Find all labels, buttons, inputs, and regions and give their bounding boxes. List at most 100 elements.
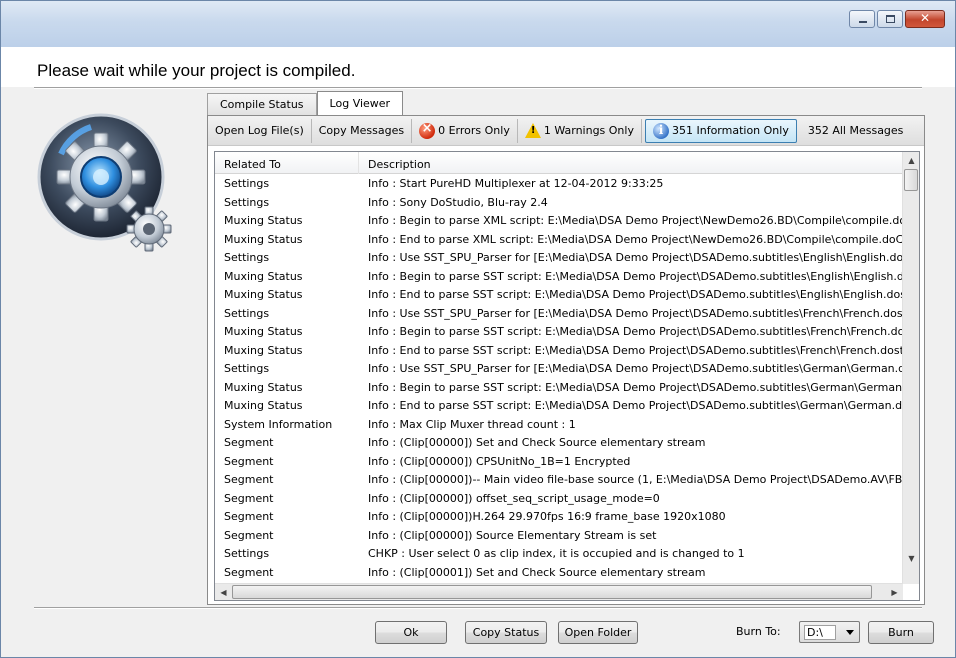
log-row[interactable]: Muxing Status Info : Begin to parse SST s…	[215, 323, 903, 342]
log-cell-description: Info : End to parse SST script: E:\Media…	[368, 288, 903, 301]
log-row[interactable]: Muxing Status Info : End to parse SST scr…	[215, 286, 903, 305]
horizontal-scroll-thumb[interactable]	[232, 585, 872, 599]
log-row[interactable]: Muxing Status Info : Begin to parse SST s…	[215, 379, 903, 398]
log-cell-related-to: Segment	[224, 454, 274, 468]
tab-log-viewer[interactable]: Log Viewer	[316, 91, 404, 115]
burn-to-label: Burn To:	[736, 625, 781, 638]
header-divider	[34, 87, 922, 89]
log-cell-description: Info : Start PureHD Multiplexer at 12-04…	[368, 177, 664, 190]
open-folder-button[interactable]: Open Folder	[558, 621, 638, 644]
open-log-files-button[interactable]: Open Log File(s)	[208, 118, 312, 143]
log-cell-related-to: Segment	[224, 510, 274, 523]
warnings-only-label: 1 Warnings Only	[543, 124, 634, 137]
compile-window: ✕ Please wait while your project is comp…	[0, 0, 956, 658]
log-cell-related-to: Muxing Status	[224, 380, 303, 394]
log-row[interactable]: Settings Info : Use SST_SPU_Parser for [E…	[215, 249, 903, 268]
log-row[interactable]: Segment Info : (Clip[00000])-- Main video…	[215, 471, 903, 490]
burn-button[interactable]: Burn	[868, 621, 934, 644]
info-icon	[652, 122, 669, 139]
log-rows: Settings Info : Start PureHD Multiplexer …	[215, 175, 903, 584]
log-cell-related-to: Muxing Status	[224, 214, 303, 227]
close-button[interactable]: ✕	[905, 10, 945, 28]
log-row[interactable]: System Information Info : Max Clip Muxer …	[215, 416, 903, 435]
log-cell-related-to: Settings	[224, 251, 270, 264]
log-row[interactable]: Muxing Status Info : End to parse SST scr…	[215, 342, 903, 361]
log-row[interactable]: Segment Info : (Clip[00000]) Set and Chec…	[215, 434, 903, 453]
log-row[interactable]: Segment Info : (Clip[00000]) offset_seq_s…	[215, 490, 903, 509]
open-log-files-label: Open Log File(s)	[215, 124, 304, 137]
log-cell-related-to: Segment	[224, 473, 274, 486]
minimize-icon	[859, 21, 867, 23]
errors-only-filter[interactable]: 0 Errors Only	[412, 118, 518, 143]
log-row[interactable]: Segment Info : (Clip[00000]) Source Eleme…	[215, 527, 903, 546]
scroll-down-icon[interactable]: ▼	[903, 550, 919, 567]
vertical-scroll-thumb[interactable]	[904, 169, 918, 191]
log-cell-description: Info : (Clip[00000])H.264 29.970fps 16:9…	[368, 510, 726, 523]
tab-strip: Compile Status Log Viewer	[207, 91, 404, 115]
maximize-button[interactable]	[877, 10, 903, 28]
log-grid-header: Related To Description	[215, 152, 903, 174]
copy-status-button[interactable]: Copy Status	[465, 621, 547, 644]
log-cell-related-to: Muxing Status	[224, 269, 303, 283]
log-row[interactable]: Settings Info : Use SST_SPU_Parser for [E…	[215, 360, 903, 379]
log-viewer-panel: Open Log File(s) Copy Messages 0 Errors …	[207, 115, 925, 605]
burn-drive-select[interactable]: D:\	[799, 621, 860, 643]
warnings-only-filter[interactable]: ! 1 Warnings Only	[518, 118, 642, 143]
information-only-label: 351 Information Only	[671, 124, 789, 137]
log-cell-description: CHKP : User select 0 as clip index, it i…	[368, 547, 745, 560]
log-row[interactable]: Settings Info : Start PureHD Multiplexer …	[215, 175, 903, 194]
column-header-description[interactable]: Description	[359, 152, 903, 174]
log-cell-related-to: Settings	[224, 306, 270, 320]
information-only-filter[interactable]: 351 Information Only	[644, 118, 797, 143]
log-row[interactable]: Settings CHKP : User select 0 as clip ind…	[215, 545, 903, 564]
log-cell-description: Info : Sony DoStudio, Blu-ray 2.4	[368, 195, 548, 209]
all-messages-label: 352 All Messages	[807, 124, 904, 137]
minimize-button[interactable]	[849, 10, 875, 28]
window-controls: ✕	[847, 10, 945, 28]
vertical-scrollbar[interactable]: ▲ ▼	[902, 152, 919, 584]
log-cell-description: Info : Use SST_SPU_Parser for [E:\Media\…	[368, 251, 903, 264]
log-cell-related-to: Settings	[224, 177, 270, 190]
copy-messages-label: Copy Messages	[318, 124, 405, 137]
log-cell-description: Info : Max Clip Muxer thread count : 1	[368, 417, 576, 431]
tab-compile-status[interactable]: Compile Status	[207, 93, 317, 115]
scroll-right-icon[interactable]: ▶	[886, 584, 903, 600]
title-bar[interactable]: ✕	[1, 1, 955, 47]
error-icon	[419, 121, 436, 139]
log-cell-description: Info : Begin to parse SST script: E:\Med…	[368, 325, 903, 338]
all-messages-filter[interactable]: 352 All Messages	[801, 119, 911, 143]
log-cell-related-to: Muxing Status	[224, 325, 303, 338]
log-row[interactable]: Muxing Status Info : End to parse SST scr…	[215, 397, 903, 416]
log-grid: Related To Description Settings Info : St…	[214, 151, 920, 601]
log-cell-description: Info : End to parse XML script: E:\Media…	[368, 232, 903, 246]
footer-bar: Ok Copy Status Open Folder Burn To: D:\ …	[1, 609, 955, 657]
scroll-up-icon[interactable]: ▲	[903, 152, 919, 169]
log-cell-description: Info : (Clip[00000]) CPSUnitNo_1B=1 Encr…	[368, 454, 631, 468]
log-row[interactable]: Muxing Status Info : Begin to parse XML s…	[215, 212, 903, 231]
log-row[interactable]: Segment Info : (Clip[00001]) Set and Chec…	[215, 564, 903, 583]
copy-messages-button[interactable]: Copy Messages	[312, 118, 413, 143]
log-cell-related-to: System Information	[224, 417, 333, 431]
column-header-related-to[interactable]: Related To	[215, 152, 359, 174]
log-row[interactable]: Muxing Status Info : End to parse XML scr…	[215, 231, 903, 250]
compile-gear-icon	[37, 113, 172, 252]
log-row[interactable]: Settings Info : Sony DoStudio, Blu-ray 2.…	[215, 194, 903, 213]
log-cell-related-to: Settings	[224, 195, 270, 209]
log-row[interactable]: Segment Info : (Clip[00000])H.264 29.970f…	[215, 508, 903, 527]
ok-button[interactable]: Ok	[375, 621, 447, 644]
log-toolbar: Open Log File(s) Copy Messages 0 Errors …	[208, 116, 924, 146]
log-cell-description: Info : (Clip[00001]) Set and Check Sourc…	[368, 565, 706, 579]
maximize-icon	[886, 15, 895, 23]
log-row[interactable]: Segment Info : (Clip[00000]) CPSUnitNo_1B…	[215, 453, 903, 472]
log-cell-description: Info : (Clip[00000])-- Main video file-b…	[368, 473, 903, 486]
scroll-left-icon[interactable]: ◀	[215, 584, 232, 600]
close-icon: ✕	[919, 11, 931, 25]
log-cell-related-to: Settings	[224, 547, 270, 560]
burn-drive-value: D:\	[804, 625, 836, 640]
horizontal-scrollbar[interactable]: ◀ ▶	[215, 583, 903, 600]
log-cell-description: Info : Use SST_SPU_Parser for [E:\Media\…	[368, 306, 903, 320]
log-row[interactable]: Muxing Status Info : Begin to parse SST s…	[215, 268, 903, 287]
log-cell-description: Info : (Clip[00000]) offset_seq_script_u…	[368, 491, 660, 505]
log-row[interactable]: Settings Info : Use SST_SPU_Parser for [E…	[215, 305, 903, 324]
log-cell-related-to: Muxing Status	[224, 399, 303, 412]
